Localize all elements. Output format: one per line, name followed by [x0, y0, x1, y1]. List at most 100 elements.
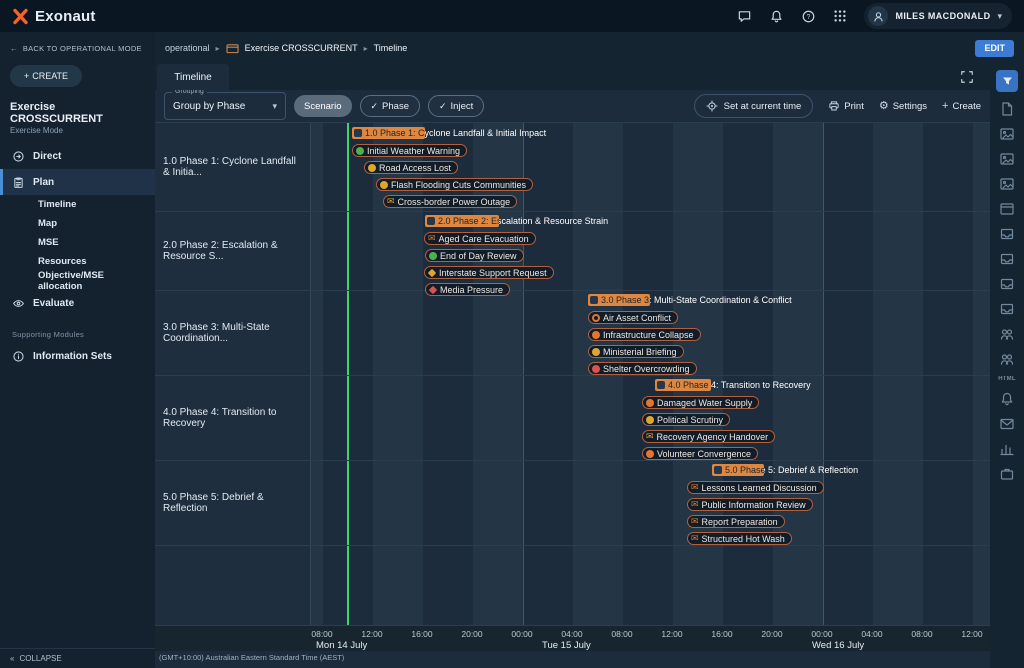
user-menu[interactable]: MILES MACDONALD ▾: [864, 3, 1012, 29]
inject-chip[interactable]: Interstate Support Request: [424, 266, 554, 279]
mail-icon[interactable]: [999, 416, 1015, 432]
right-icon-rail: HTML: [990, 64, 1024, 668]
html-icon[interactable]: HTML: [998, 376, 1015, 382]
sidebar-item-evaluate[interactable]: Evaluate: [0, 290, 155, 316]
inject-chip[interactable]: Volunteer Convergence: [642, 447, 758, 460]
breadcrumb-separator-icon: ▸: [216, 44, 220, 53]
breadcrumb-operational[interactable]: operational: [165, 43, 210, 53]
inject-chip[interactable]: Political Scrutiny: [642, 413, 730, 426]
edit-button[interactable]: EDIT: [975, 40, 1014, 57]
gantt-row: 1.0 Phase 1: Cyclone Landfall & Initial …: [310, 122, 990, 211]
collapse-sidebar-button[interactable]: « COLLAPSE: [0, 648, 155, 668]
inject-envelope-icon: ✉: [691, 534, 699, 543]
breadcrumb-exercise[interactable]: Exercise CROSSCURRENT: [245, 43, 358, 53]
tray-icon[interactable]: [999, 301, 1015, 317]
time-tick-label: 00:00: [511, 629, 532, 639]
filter-chip-scenario[interactable]: Scenario: [294, 95, 352, 117]
create-inject-button[interactable]: + Create: [942, 101, 981, 112]
filter-chip-inject[interactable]: ✓ Inject: [428, 95, 484, 117]
time-tick-label: 04:00: [561, 629, 582, 639]
inject-chip[interactable]: Infrastructure Collapse: [588, 328, 701, 341]
image-icon[interactable]: [999, 176, 1015, 192]
direct-icon: [12, 150, 25, 163]
phase-bar[interactable]: 2.0 Phase 2: Escalation & Resource Strai…: [425, 215, 499, 227]
sidebar-item-resources[interactable]: Resources: [0, 252, 155, 271]
apps-grid-icon[interactable]: [833, 9, 847, 23]
inject-chip-label: Inject: [451, 101, 474, 112]
file-icon[interactable]: [999, 101, 1015, 117]
inject-chip[interactable]: Road Access Lost: [364, 161, 458, 174]
tray-icon[interactable]: [999, 226, 1015, 242]
inject-chip[interactable]: ✉ Cross-border Power Outage: [383, 195, 517, 208]
group-row-label[interactable]: 2.0 Phase 2: Escalation & Resource S...: [155, 211, 310, 290]
inject-chip[interactable]: Damaged Water Supply: [642, 396, 759, 409]
bell-icon[interactable]: [999, 391, 1015, 407]
chat-icon[interactable]: [737, 9, 752, 24]
inject-status-icon: [646, 399, 654, 407]
left-sidebar: ← BACK TO OPERATIONAL MODE + CREATE Exer…: [0, 32, 155, 668]
inject-chip[interactable]: ✉ Public Information Review: [687, 498, 813, 511]
chart-icon[interactable]: [999, 441, 1015, 457]
set-at-current-time-button[interactable]: Set at current time: [694, 94, 814, 118]
inject-chip[interactable]: Ministerial Briefing: [588, 345, 684, 358]
breadcrumb-timeline[interactable]: Timeline: [374, 43, 408, 53]
sidebar-item-objective-mse-allocation[interactable]: Objective/MSE allocation: [0, 271, 155, 290]
sidebar-item-direct[interactable]: Direct: [0, 143, 155, 169]
group-row-label[interactable]: 5.0 Phase 5: Debrief & Reflection: [155, 460, 310, 545]
tray-icon[interactable]: [999, 251, 1015, 267]
settings-button[interactable]: ⚙ Settings: [879, 101, 927, 112]
tray-icon[interactable]: [999, 276, 1015, 292]
phase-icon: [657, 381, 665, 389]
sidebar-item-timeline[interactable]: Timeline: [0, 195, 155, 214]
inject-chip[interactable]: ✉ Lessons Learned Discussion: [687, 481, 824, 494]
phase-label: 4.0 Phase 4: Transition to Recovery: [668, 380, 711, 390]
users-icon[interactable]: [999, 326, 1015, 342]
sidebar-item-plan[interactable]: Plan: [0, 169, 155, 195]
tab-timeline[interactable]: Timeline: [157, 64, 229, 90]
inject-chip[interactable]: ✉ Structured Hot Wash: [687, 532, 792, 545]
inject-label: Public Information Review: [702, 500, 806, 510]
app-logo[interactable]: Exonaut: [12, 8, 96, 25]
filter-chip-phase[interactable]: ✓ Phase: [360, 95, 420, 117]
create-button[interactable]: + CREATE: [10, 65, 82, 87]
inject-chip[interactable]: Initial Weather Warning: [352, 144, 467, 157]
inject-chip[interactable]: Air Asset Conflict: [588, 311, 678, 324]
inject-status-icon: [646, 450, 654, 458]
fullscreen-icon[interactable]: [960, 70, 974, 84]
notifications-bell-icon[interactable]: [769, 9, 784, 24]
eye-icon: [12, 297, 25, 310]
group-row-label[interactable]: 3.0 Phase 3: Multi-State Coordination...: [155, 290, 310, 375]
phase-icon: [354, 129, 362, 137]
group-row-label[interactable]: 1.0 Phase 1: Cyclone Landfall & Initia..…: [155, 122, 310, 211]
phase-bar[interactable]: 5.0 Phase 5: Debrief & Reflection: [712, 464, 764, 476]
group-row-label[interactable]: 4.0 Phase 4: Transition to Recovery: [155, 375, 310, 460]
print-button[interactable]: Print: [828, 100, 864, 112]
printer-icon: [828, 100, 840, 112]
inject-envelope-icon: ✉: [691, 483, 699, 492]
phase-bar[interactable]: 4.0 Phase 4: Transition to Recovery: [655, 379, 711, 391]
image-icon[interactable]: [999, 126, 1015, 142]
grouping-select[interactable]: Grouping Group by Phase ▾: [164, 92, 286, 120]
sidebar-item-mse[interactable]: MSE: [0, 233, 155, 252]
phase-bar[interactable]: 3.0 Phase 3: Multi-State Coordination & …: [588, 294, 650, 306]
card-icon[interactable]: [999, 201, 1015, 217]
timezone-note: (GMT+10:00) Australian Eastern Standard …: [159, 653, 344, 662]
briefcase-icon[interactable]: [999, 466, 1015, 482]
inject-chip[interactable]: Flash Flooding Cuts Communities: [376, 178, 533, 191]
inject-chip[interactable]: ✉ Aged Care Evacuation: [424, 232, 536, 245]
help-icon[interactable]: ?: [801, 9, 816, 24]
image-icon[interactable]: [999, 151, 1015, 167]
chevron-down-icon: ▾: [997, 11, 1002, 22]
sidebar-item-map[interactable]: Map: [0, 214, 155, 233]
phase-bar[interactable]: 1.0 Phase 1: Cyclone Landfall & Initial …: [352, 127, 425, 139]
inject-label: Recovery Agency Handover: [657, 432, 769, 442]
inject-status-icon: [429, 252, 437, 260]
inject-chip[interactable]: ✉ Report Preparation: [687, 515, 785, 528]
filter-icon[interactable]: [996, 70, 1018, 92]
users-icon[interactable]: [999, 351, 1015, 367]
inject-chip[interactable]: Shelter Overcrowding: [588, 362, 697, 375]
inject-chip[interactable]: ✉ Recovery Agency Handover: [642, 430, 775, 443]
sidebar-item-information-sets[interactable]: Information Sets: [0, 343, 155, 369]
back-to-operational-link[interactable]: ← BACK TO OPERATIONAL MODE: [0, 32, 155, 59]
inject-chip[interactable]: End of Day Review: [425, 249, 524, 262]
